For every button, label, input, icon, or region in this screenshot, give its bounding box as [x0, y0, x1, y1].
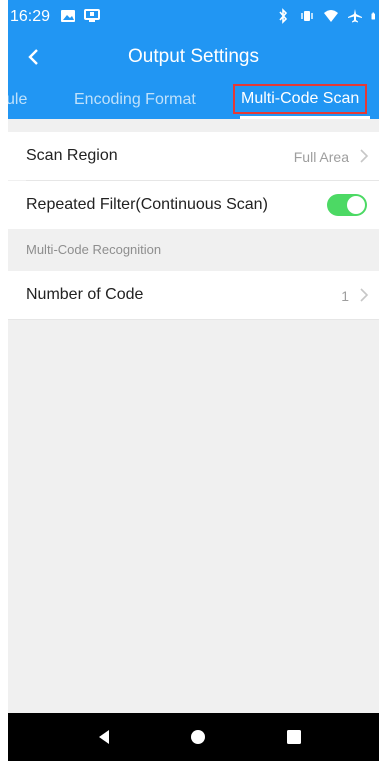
scan-region-value: Full Area [293, 149, 349, 165]
scan-region-row[interactable]: Scan Region Full Area [8, 132, 379, 180]
number-of-code-row[interactable]: Number of Code 1 [8, 271, 379, 319]
status-time: 16:29 [10, 8, 51, 25]
chevron-right-icon [360, 288, 369, 302]
number-of-code-label: Number of Code [26, 286, 144, 303]
image-icon [61, 10, 75, 22]
repeated-filter-toggle[interactable] [327, 194, 367, 216]
tab-encoding-format[interactable]: Encoding Format [74, 90, 196, 110]
home-circle-icon[interactable] [188, 727, 208, 747]
wifi-icon [324, 10, 338, 22]
top-spacer [8, 119, 379, 132]
toggle-knob [347, 196, 365, 214]
section-header: Multi-Code Recognition [8, 229, 379, 271]
navigation-bar [8, 713, 379, 761]
battery-icon [371, 12, 375, 20]
repeated-filter-row: Repeated Filter(Continuous Scan) [8, 181, 379, 229]
settings-content: Scan Region Full Area Repeated Filter(Co… [8, 119, 379, 320]
tab-previous[interactable]: ule [8, 90, 27, 110]
back-triangle-icon[interactable] [94, 727, 114, 747]
status-right-icons [275, 8, 379, 24]
scan-region-label: Scan Region [26, 147, 118, 164]
recents-square-icon[interactable] [284, 727, 304, 747]
screen-share-icon [84, 9, 100, 22]
screen: 16:29 Output Settings ule Encoding Forma… [8, 0, 379, 761]
vibrate-icon [301, 11, 313, 21]
status-bar: 16:29 [8, 0, 379, 34]
section-header-label: Multi-Code Recognition [26, 242, 162, 257]
tab-multi-code-scan[interactable]: Multi-Code Scan [233, 84, 368, 114]
bluetooth-icon [279, 8, 288, 24]
tab-bar: ule Encoding Format Multi-Code Scan [8, 80, 379, 119]
app-bar: Output Settings [8, 34, 379, 80]
airplane-icon [348, 9, 362, 23]
chevron-right-icon [360, 149, 369, 163]
status-left-icons [60, 8, 100, 24]
number-of-code-value: 1 [341, 288, 349, 304]
repeated-filter-label: Repeated Filter(Continuous Scan) [26, 196, 268, 213]
page-title: Output Settings [128, 46, 259, 67]
divider [8, 319, 379, 320]
